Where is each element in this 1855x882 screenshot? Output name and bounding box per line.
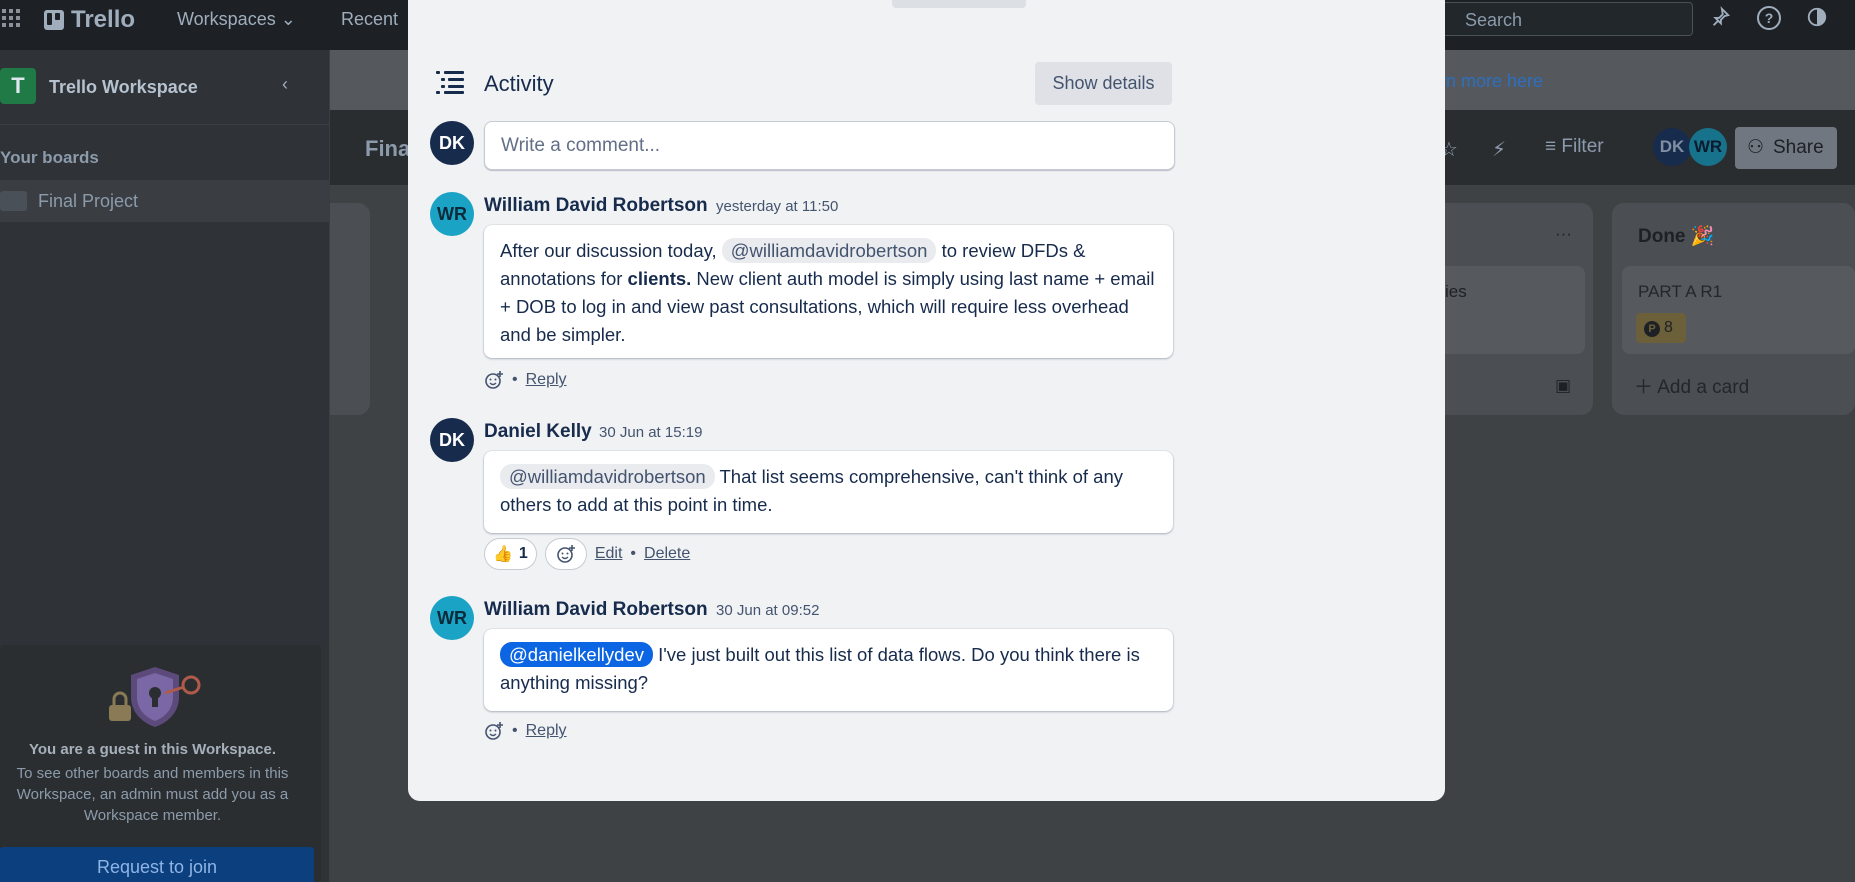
app-name: Trello xyxy=(71,6,136,33)
comment-author[interactable]: Daniel Kelly xyxy=(484,421,592,443)
separator-dot: • xyxy=(512,371,518,388)
board-list-partial xyxy=(330,203,370,415)
sidebar-item-label: Final Project xyxy=(38,191,139,211)
add-reaction-button[interactable] xyxy=(544,538,587,570)
nav-recent[interactable]: Recent xyxy=(341,9,398,30)
avatar[interactable]: WR xyxy=(430,192,474,236)
sidebar-divider xyxy=(0,124,330,125)
notifications-icon[interactable] xyxy=(1708,6,1732,30)
add-person-icon: ⚇ xyxy=(1747,137,1765,158)
member-avatar-dk[interactable]: DK xyxy=(1653,128,1691,166)
delete-link[interactable]: Delete xyxy=(644,545,690,563)
filter-label: Filter xyxy=(1561,136,1604,157)
card[interactable] xyxy=(1430,266,1585,354)
add-reaction-icon[interactable] xyxy=(484,721,504,741)
plus-icon: ＋ xyxy=(1634,377,1654,398)
activity-title: Activity xyxy=(484,71,554,96)
card-template-icon[interactable]: ▣ xyxy=(1555,376,1571,396)
badge-letter: P xyxy=(1644,321,1660,337)
trello-logo-icon xyxy=(44,10,64,30)
comment-timestamp[interactable]: yesterday at 11:50 xyxy=(716,198,838,215)
shield-lock-icon xyxy=(109,667,201,727)
comment-input[interactable] xyxy=(484,121,1175,170)
separator-dot: • xyxy=(630,545,637,562)
avatar[interactable]: DK xyxy=(430,121,474,165)
comment-bold-text: clients. xyxy=(627,268,692,289)
add-reaction-icon xyxy=(557,545,575,563)
board-thumbnail xyxy=(0,191,27,211)
chevron-down-icon: ⌄ xyxy=(280,9,296,29)
user-mention-self[interactable]: @danielkellydev xyxy=(500,642,653,667)
workspace-sidebar: T Trello Workspace ‹ Your boards Final P… xyxy=(0,50,330,882)
activity-icon xyxy=(436,71,464,94)
member-avatar-wr[interactable]: WR xyxy=(1689,128,1727,166)
card-title-fragment: ies xyxy=(1445,282,1467,301)
nav-workspaces[interactable]: Workspaces ⌄ xyxy=(177,9,296,30)
reaction-count: 1 xyxy=(518,545,528,562)
separator-dot: • xyxy=(512,722,518,739)
comment-text: After our discussion today, xyxy=(500,240,717,261)
filter-icon: ≡ xyxy=(1545,136,1557,157)
search-placeholder: Search xyxy=(1465,10,1523,30)
user-mention[interactable]: @williamdavidrobertson xyxy=(500,464,715,489)
sidebar-item-final-project[interactable]: Final Project xyxy=(0,180,330,222)
comment-body: After our discussion today, @williamdavi… xyxy=(484,225,1173,358)
guest-title: You are a guest in this Workspace. xyxy=(28,741,277,758)
workspace-avatar[interactable]: T xyxy=(0,68,36,104)
workspace-name[interactable]: Trello Workspace xyxy=(49,77,198,98)
nav-workspaces-label: Workspaces xyxy=(177,9,276,29)
comment-author[interactable]: William David Robertson xyxy=(484,599,708,621)
reply-link[interactable]: Reply xyxy=(526,722,567,740)
app-switcher-icon[interactable] xyxy=(2,9,20,27)
comment-timestamp[interactable]: 30 Jun at 15:19 xyxy=(599,424,702,441)
learn-more-link[interactable]: arn more here xyxy=(1430,71,1543,92)
reaction-thumbs-up[interactable]: 👍 1 xyxy=(484,538,537,570)
card-title: PART A R1 xyxy=(1638,282,1723,301)
theme-toggle-icon[interactable] xyxy=(1805,6,1829,30)
automation-icon[interactable]: ⚡ xyxy=(1492,137,1506,162)
user-mention[interactable]: @williamdavidrobertson xyxy=(721,238,937,263)
edit-link[interactable]: Edit xyxy=(595,545,623,563)
your-boards-heading: Your boards xyxy=(0,148,99,167)
filter-button[interactable]: ≡ Filter xyxy=(1545,136,1604,158)
add-card-button[interactable]: ＋ Add a card xyxy=(1634,372,1749,399)
comment-body: @williamdavidrobertson That list seems c… xyxy=(484,451,1173,533)
add-reaction-icon[interactable] xyxy=(484,370,504,390)
avatar[interactable]: DK xyxy=(430,418,474,462)
avatar[interactable]: WR xyxy=(430,596,474,640)
list-menu-icon[interactable]: ··· xyxy=(1555,224,1572,244)
search-input[interactable]: Search xyxy=(1420,2,1693,36)
board-title[interactable]: Fina xyxy=(365,136,410,162)
share-label: Share xyxy=(1773,137,1824,158)
help-icon[interactable]: ? xyxy=(1757,6,1781,30)
guest-description: To see other boards and members in this … xyxy=(16,765,289,824)
comment-timestamp[interactable]: 30 Jun at 09:52 xyxy=(716,602,819,619)
modal-partial-button[interactable] xyxy=(892,0,1026,8)
comment-actions: • Reply xyxy=(484,370,567,390)
share-button[interactable]: ⚇ Share xyxy=(1735,127,1837,169)
reply-link[interactable]: Reply xyxy=(526,371,567,389)
comment-actions: 👍 1 Edit • Delete xyxy=(484,538,690,570)
comment-author[interactable]: William David Robertson xyxy=(484,195,708,217)
show-details-button[interactable]: Show details xyxy=(1035,62,1172,105)
comment-body: @danielkellydev I've just built out this… xyxy=(484,629,1173,711)
comment-actions: • Reply xyxy=(484,721,567,741)
add-card-label: Add a card xyxy=(1657,377,1750,398)
badge-count: 8 xyxy=(1664,319,1673,336)
card-badge: P8 xyxy=(1636,313,1686,343)
list-title-done[interactable]: Done 🎉 xyxy=(1638,224,1714,248)
thumbs-up-icon: 👍 xyxy=(493,546,513,563)
request-to-join-button[interactable]: Request to join xyxy=(0,847,314,882)
trello-logo[interactable]: Trello xyxy=(44,6,135,34)
collapse-sidebar-icon[interactable]: ‹ xyxy=(282,74,288,95)
